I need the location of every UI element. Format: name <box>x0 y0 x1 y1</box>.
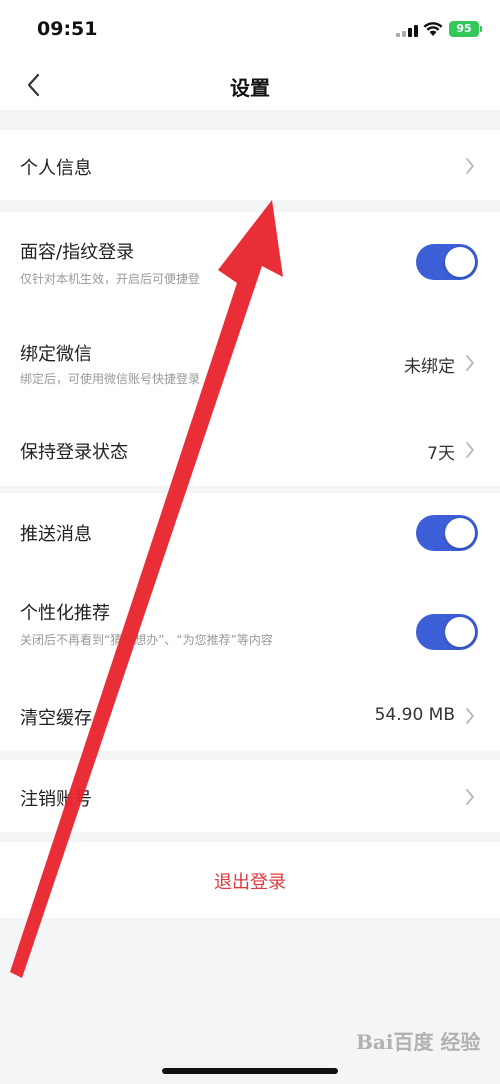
logout-group: 退出登录 <box>0 842 500 918</box>
cancel-account-row[interactable]: 注销账号 <box>0 760 500 832</box>
settings-group-account: 个人信息 <box>0 130 500 200</box>
chevron-right-icon <box>466 789 474 805</box>
bind-wechat-label: 绑定微信 <box>20 344 92 365</box>
settings-group-danger: 注销账号 <box>0 760 500 832</box>
push-label: 推送消息 <box>20 524 92 545</box>
logout-button[interactable]: 退出登录 <box>0 868 500 894</box>
personal-info-row[interactable]: 个人信息 <box>0 130 500 200</box>
personal-info-label: 个人信息 <box>20 158 92 179</box>
cancel-account-label: 注销账号 <box>20 789 92 810</box>
keep-login-row[interactable]: 保持登录状态 7天 <box>0 412 500 486</box>
bind-wechat-value: 未绑定 <box>404 357 455 377</box>
cellular-signal-icon <box>396 25 418 37</box>
status-bar: 09:51 95 <box>0 0 500 60</box>
bind-wechat-desc: 绑定后，可使用微信账号快捷登录 <box>20 372 201 386</box>
push-toggle[interactable] <box>416 515 478 551</box>
settings-group-general: 推送消息 个性化推荐 关闭后不再看到“猜你想办”、“为您推荐”等内容 清空缓存 … <box>0 493 500 751</box>
chevron-right-icon <box>466 355 474 371</box>
battery-icon: 95 <box>449 21 482 37</box>
personalized-desc: 关闭后不再看到“猜你想办”、“为您推荐”等内容 <box>20 633 273 647</box>
personalized-label: 个性化推荐 <box>20 603 110 624</box>
chevron-right-icon <box>466 442 474 458</box>
face-login-toggle[interactable] <box>416 244 478 280</box>
clear-cache-value: 54.90 MB <box>374 705 455 725</box>
personalized-toggle[interactable] <box>416 614 478 650</box>
chevron-right-icon <box>466 708 474 724</box>
chevron-right-icon <box>466 158 474 174</box>
nav-bar: 设置 <box>0 60 500 110</box>
face-login-desc: 仅针对本机生效，开启后可便捷登 <box>20 272 201 286</box>
home-indicator[interactable] <box>162 1068 338 1074</box>
settings-group-login: 面容/指纹登录 仅针对本机生效，开启后可便捷登 绑定微信 绑定后，可使用微信账号… <box>0 212 500 486</box>
push-row: 推送消息 <box>0 493 500 573</box>
keep-login-value: 7天 <box>427 444 455 464</box>
baidu-watermark: Bai百度 经验 <box>356 1030 481 1054</box>
keep-login-label: 保持登录状态 <box>20 442 128 463</box>
wifi-icon <box>423 22 443 36</box>
status-time: 09:51 <box>37 18 98 40</box>
clear-cache-label: 清空缓存 <box>20 708 92 729</box>
face-login-row: 面容/指纹登录 仅针对本机生效，开启后可便捷登 <box>0 212 500 312</box>
personalized-row: 个性化推荐 关闭后不再看到“猜你想办”、“为您推荐”等内容 <box>0 573 500 681</box>
page-title: 设置 <box>230 76 270 100</box>
bind-wechat-row[interactable]: 绑定微信 绑定后，可使用微信账号快捷登录 未绑定 <box>0 312 500 412</box>
clear-cache-row[interactable]: 清空缓存 54.90 MB <box>0 681 500 751</box>
face-login-label: 面容/指纹登录 <box>20 242 135 263</box>
